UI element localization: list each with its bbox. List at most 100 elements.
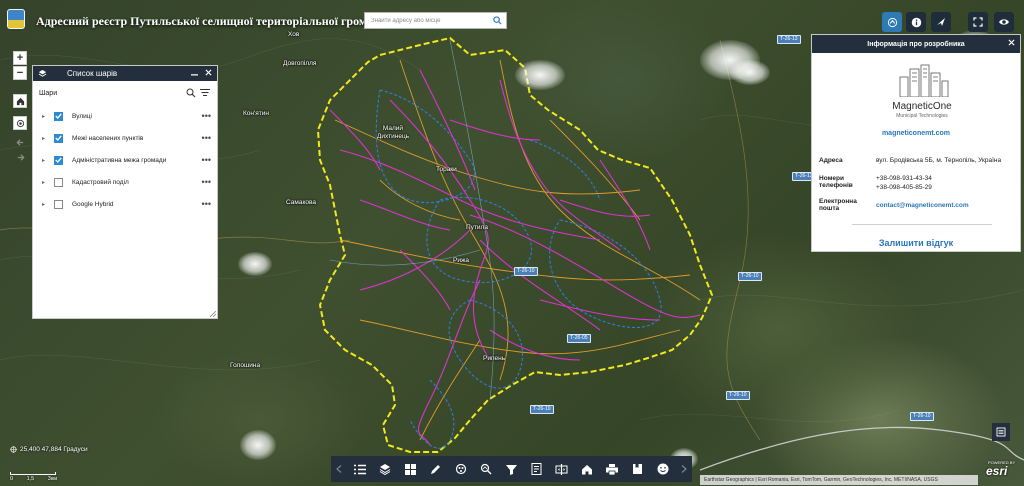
- close-button[interactable]: [1008, 38, 1015, 49]
- search-box: [364, 12, 507, 29]
- legend-icon: [996, 427, 1006, 437]
- feedback-link[interactable]: Залишити відгук: [812, 238, 1020, 248]
- app-title: Адресний реєстр Путильської селищної тер…: [36, 14, 386, 28]
- toolbar-swipe-button[interactable]: [553, 460, 571, 478]
- locate-widget-button[interactable]: [882, 12, 902, 32]
- visibility-button[interactable]: [994, 12, 1014, 32]
- email-label: Електронна пошта: [819, 198, 857, 212]
- info-button[interactable]: [906, 12, 926, 32]
- toolbar-feedback-button[interactable]: [654, 460, 672, 478]
- scale-tick-mid: 1,5: [26, 476, 35, 482]
- chevron-left-icon: [336, 465, 342, 473]
- report-icon: [531, 463, 542, 475]
- locate-button[interactable]: [13, 116, 27, 130]
- toolbar-bookmark-button[interactable]: [628, 460, 646, 478]
- place-label: Голошина: [230, 362, 261, 369]
- layer-visibility-checkbox[interactable]: [54, 177, 63, 187]
- address-label: Адреса: [819, 157, 843, 164]
- expand-arrow-icon[interactable]: ▸: [42, 113, 48, 120]
- toolbar-prev-button[interactable]: [334, 460, 344, 478]
- place-label: Рипень: [483, 355, 506, 362]
- divider: [852, 224, 992, 225]
- fullscreen-button[interactable]: [968, 12, 988, 32]
- scale-bar-line: [10, 472, 56, 475]
- layer-row[interactable]: ▸ Вулиці •••: [33, 105, 217, 127]
- map-attribution: Earthstar Geographics | Esri Romania, Es…: [700, 475, 978, 485]
- toolbar-print-button[interactable]: [603, 460, 621, 478]
- legend-button[interactable]: [992, 423, 1010, 441]
- layer-visibility-checkbox[interactable]: [54, 133, 63, 143]
- cloud: [515, 60, 565, 90]
- phone-value: +38-098-931-43-34: [876, 175, 932, 182]
- expand-arrow-icon[interactable]: ▸: [42, 179, 48, 186]
- toolbar-home-button[interactable]: [578, 460, 596, 478]
- resize-handle-icon[interactable]: [210, 311, 216, 317]
- address-value: вул. Бродівська 5Б, м. Тернопіль, Україн…: [876, 157, 1002, 164]
- expand-arrow-icon[interactable]: ▸: [42, 201, 48, 208]
- company-logo: MagneticOne Municipal Technologies: [882, 63, 962, 125]
- layer-options-button[interactable]: •••: [202, 133, 211, 143]
- layers-stack-icon: [380, 464, 391, 475]
- city-skyline-icon: [899, 64, 949, 98]
- coordinate-readout: 25,400 47,884 Градуси: [10, 446, 88, 453]
- layer-row[interactable]: ▸ Адміністративна межа громади •••: [33, 149, 217, 171]
- layers-icon: [38, 69, 47, 77]
- search-button[interactable]: [488, 13, 506, 28]
- layer-row[interactable]: ▸ Межі населених пунктів •••: [33, 127, 217, 149]
- toolbar-next-button[interactable]: [679, 460, 689, 478]
- toolbar-measure-button[interactable]: [477, 460, 495, 478]
- toolbar-draw-button[interactable]: [427, 460, 445, 478]
- filter-icon: [505, 464, 517, 475]
- layer-name: Межі населених пунктів: [72, 134, 144, 142]
- search-icon[interactable]: [186, 88, 196, 98]
- panel-header: Список шарів: [33, 66, 217, 81]
- toolbar-analysis-button[interactable]: [452, 460, 470, 478]
- search-icon: [492, 16, 502, 25]
- scale-tick-0: 0: [10, 476, 14, 482]
- toolbar-layers-button[interactable]: [376, 460, 394, 478]
- close-icon: [205, 69, 212, 76]
- coat-of-arms-logo: [7, 9, 25, 29]
- search-input[interactable]: [365, 13, 488, 28]
- eye-icon: [999, 19, 1009, 25]
- toolbar-report-button[interactable]: [528, 460, 546, 478]
- toolbar-filter-button[interactable]: [502, 460, 520, 478]
- layer-visibility-checkbox[interactable]: [54, 111, 63, 121]
- expand-arrow-icon[interactable]: ▸: [42, 135, 48, 142]
- layer-row[interactable]: ▸ Кадастровий поділ •••: [33, 171, 217, 193]
- compass-button[interactable]: [931, 12, 951, 32]
- layer-visibility-checkbox[interactable]: [54, 199, 63, 209]
- expand-arrow-icon[interactable]: ▸: [42, 157, 48, 164]
- email-link[interactable]: contact@magneticonemt.com: [876, 202, 1021, 209]
- previous-extent-button[interactable]: [13, 138, 27, 152]
- next-extent-button[interactable]: [13, 153, 27, 167]
- layer-options-button[interactable]: •••: [202, 155, 211, 165]
- zoom-out-button[interactable]: −: [13, 66, 27, 80]
- layer-visibility-checkbox[interactable]: [54, 155, 63, 165]
- info-icon: [911, 17, 921, 27]
- website-link[interactable]: magneticonemt.com: [812, 130, 1020, 137]
- checkmark-icon: [55, 135, 62, 141]
- swipe-icon: [555, 463, 568, 475]
- filter-list-icon[interactable]: [200, 88, 211, 98]
- crosshair-icon[interactable]: [10, 446, 17, 453]
- phones-label: Номери телефонів: [819, 175, 853, 189]
- esri-logo[interactable]: esri: [986, 464, 1007, 478]
- toolbar-layer-list-button[interactable]: [351, 460, 369, 478]
- road-shield: Т-26-10: [738, 272, 762, 281]
- close-button[interactable]: [205, 69, 212, 78]
- print-icon: [606, 463, 619, 475]
- zoom-in-button[interactable]: +: [13, 51, 27, 65]
- bottom-toolbar: [331, 456, 692, 482]
- minimize-button[interactable]: [191, 69, 198, 78]
- compass-icon: [937, 18, 945, 26]
- draw-icon: [431, 464, 441, 474]
- layer-options-button[interactable]: •••: [202, 177, 211, 187]
- road-shield: Т-26-10: [910, 412, 934, 421]
- home-button[interactable]: [13, 94, 27, 108]
- place-label: Рижа: [453, 257, 469, 264]
- toolbar-basemap-button[interactable]: [402, 460, 420, 478]
- layer-options-button[interactable]: •••: [202, 111, 211, 121]
- layer-options-button[interactable]: •••: [202, 199, 211, 209]
- layer-row[interactable]: ▸ Google Hybrid •••: [33, 193, 217, 215]
